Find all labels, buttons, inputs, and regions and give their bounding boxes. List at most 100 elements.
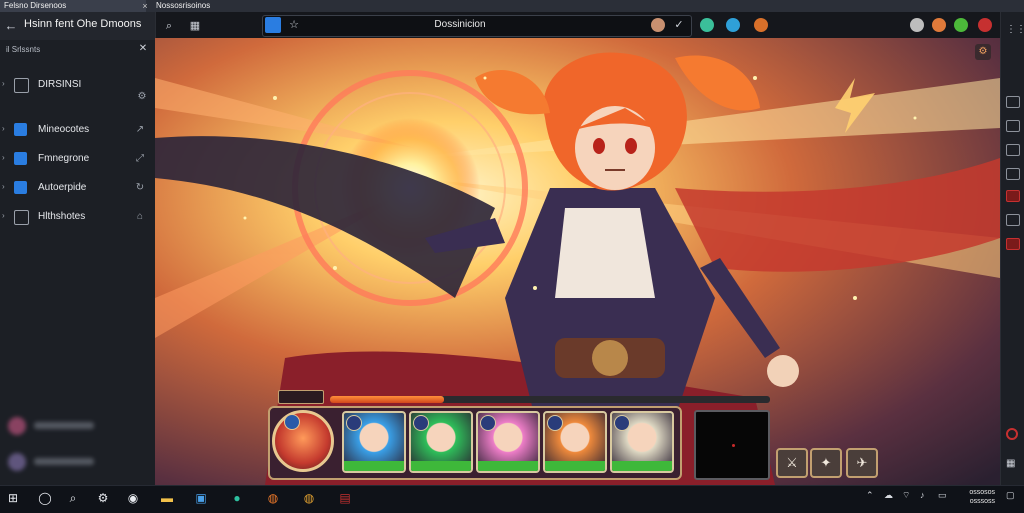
extension-icon[interactable]	[954, 18, 968, 32]
page-icon	[14, 210, 29, 225]
member-name-bar	[344, 461, 404, 471]
level-icon	[547, 415, 563, 431]
more-icon[interactable]: ⋮⋮	[1006, 24, 1024, 35]
link-icon[interactable]: ⤢	[133, 152, 147, 166]
skill-button[interactable]: ✈	[846, 448, 878, 478]
firefox-icon[interactable]: ◍	[264, 489, 282, 507]
tab-active[interactable]: Felsno Dirsenoos	[0, 0, 146, 12]
member-name-bar	[612, 461, 672, 471]
gear-icon[interactable]: ⚙	[94, 489, 112, 507]
party-member-card[interactable]	[610, 411, 674, 473]
lock-icon[interactable]: ⌂	[133, 210, 147, 224]
chat-icon[interactable]: ◯	[36, 489, 54, 507]
attack-button[interactable]: ⚔	[776, 448, 808, 478]
record-icon[interactable]	[1006, 428, 1018, 440]
extension-icon[interactable]	[726, 18, 740, 32]
windows-icon[interactable]: ⊞	[4, 489, 22, 507]
back-arrow-icon[interactable]: ←	[4, 19, 18, 33]
wifi-icon[interactable]: ⌔	[902, 490, 910, 501]
cloud-icon[interactable]: ☁	[884, 490, 893, 501]
chevron-right-icon: ›	[2, 79, 5, 88]
settings-icon[interactable]: ⚙	[135, 90, 149, 104]
toolbar-button-alert[interactable]	[1006, 238, 1020, 250]
minimap-player-marker	[732, 444, 735, 447]
toolbar-button[interactable]	[1006, 120, 1020, 132]
battery-icon[interactable]: ▭	[938, 490, 947, 501]
leader-avatar[interactable]	[272, 410, 334, 472]
app-icon[interactable]: ●	[228, 489, 246, 507]
chevron-right-icon: ›	[2, 211, 5, 220]
chevron-up-icon[interactable]: ⌃	[866, 490, 874, 501]
account-avatar[interactable]	[910, 18, 924, 32]
hp-bar-fill	[330, 396, 444, 403]
level-icon	[614, 415, 630, 431]
chrome-icon[interactable]: ◍	[300, 489, 318, 507]
member-name-bar	[478, 461, 538, 471]
sidebar-item-2[interactable]: › Fmnegrone ⤢	[0, 148, 155, 170]
chevron-right-icon: ›	[2, 124, 5, 133]
sidebar-item-label: Hlthshotes	[38, 211, 86, 222]
sidebar-item-4[interactable]: › Hlthshotes ⌂	[0, 206, 155, 228]
toolbar-button[interactable]	[1006, 144, 1020, 156]
leader-level-icon	[284, 414, 300, 430]
address-text: Dossinicion	[434, 19, 486, 30]
sidebar-section-label: il Srlssnts	[6, 45, 41, 54]
toolbar-button[interactable]	[1006, 168, 1020, 180]
minimap[interactable]	[694, 410, 770, 480]
search-icon[interactable]: ⌕	[64, 489, 82, 507]
toolbar-button[interactable]	[1006, 96, 1020, 108]
share-icon[interactable]: ↗	[133, 123, 147, 137]
star-icon[interactable]: ☆	[287, 18, 301, 32]
camera-icon[interactable]: ◉	[124, 489, 142, 507]
app-icon	[14, 123, 27, 136]
level-icon	[413, 415, 429, 431]
page-icon	[14, 78, 29, 93]
notification-icon[interactable]: ▢	[1006, 490, 1015, 501]
search-icon[interactable]: ⌕	[162, 19, 176, 33]
grid-icon[interactable]: ▦	[1006, 458, 1015, 469]
chevron-right-icon: ›	[2, 182, 5, 191]
app-icon	[14, 181, 27, 194]
sidebar-item-label: Autoerpide	[38, 182, 87, 193]
blurred-list-item[interactable]	[6, 415, 146, 437]
check-icon[interactable]: ✓	[672, 18, 686, 32]
level-icon	[346, 415, 362, 431]
party-member-card[interactable]	[543, 411, 607, 473]
toolbar-button[interactable]	[1006, 214, 1020, 226]
party-member-card[interactable]	[409, 411, 473, 473]
level-icon	[480, 415, 496, 431]
sidebar-item-3[interactable]: › Autoerpide ↻	[0, 177, 155, 199]
member-name-bar	[411, 461, 471, 471]
sidebar-item-label: DIRSINSI	[38, 79, 82, 90]
store-icon[interactable]: ▣	[192, 489, 210, 507]
app-icon	[14, 152, 27, 165]
site-icon	[265, 17, 281, 33]
profile-avatar[interactable]	[651, 18, 665, 32]
chevron-right-icon: ›	[2, 153, 5, 162]
refresh-icon[interactable]: ↻	[133, 181, 147, 195]
extension-icon[interactable]	[932, 18, 946, 32]
extension-icon[interactable]	[978, 18, 992, 32]
party-member-card[interactable]	[342, 411, 406, 473]
volume-icon[interactable]: ♪	[920, 490, 925, 500]
sidebar-item-label: Fmnegrone	[38, 153, 90, 164]
sidebar-item-label: Mineocotes	[38, 124, 90, 135]
sidebar-title: Hsinn fent Ohe Dmoons	[24, 18, 142, 30]
tab-close-button[interactable]: ×	[140, 0, 150, 12]
game-app-icon[interactable]: ▤	[336, 489, 354, 507]
party-member-card[interactable]	[476, 411, 540, 473]
hud-badge	[278, 390, 324, 404]
close-icon[interactable]: ✕	[136, 42, 150, 56]
folder-icon[interactable]: ▬	[158, 489, 176, 507]
tab-second[interactable]: Nossosrisoinos	[152, 0, 280, 12]
gear-icon[interactable]: ⚙	[975, 44, 991, 60]
party-button[interactable]: ✦	[810, 448, 842, 478]
blurred-list-item[interactable]	[6, 451, 146, 473]
toolbar-button-alert[interactable]	[1006, 190, 1020, 202]
system-clock[interactable]: ossosos osssoss	[955, 488, 995, 506]
sidebar-item-1[interactable]: › Mineocotes ↗	[0, 119, 155, 141]
extension-icon[interactable]	[754, 18, 768, 32]
sidebar-item-0[interactable]: › DIRSINSI ⚙	[0, 74, 155, 102]
grid-icon[interactable]: ▦	[188, 19, 202, 33]
extension-icon[interactable]	[700, 18, 714, 32]
